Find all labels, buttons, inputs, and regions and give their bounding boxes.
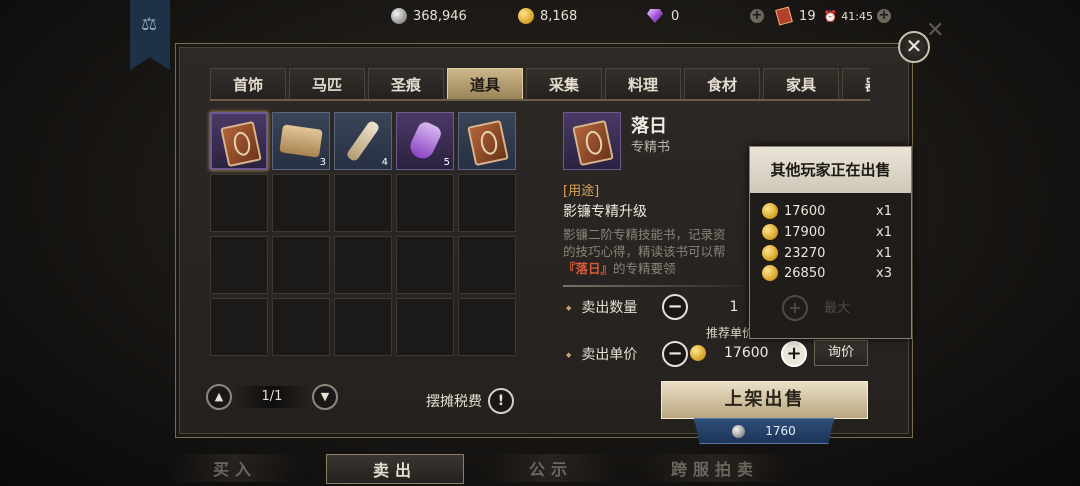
tax-info-button[interactable]: ! [488, 388, 514, 414]
listing-row: 17900 x1 [762, 222, 904, 242]
empty-slot[interactable] [334, 174, 392, 232]
tab-jewelry[interactable]: 首饰 [210, 68, 286, 100]
gold-coin-icon [762, 203, 778, 219]
qty-minus-button[interactable]: − [662, 294, 688, 320]
listing-row: 26850 x3 [762, 263, 904, 283]
empty-slot[interactable] [458, 298, 516, 356]
silver-counter: 368,946 [391, 6, 509, 26]
skill-book-icon [220, 120, 262, 168]
item-name: 落日 [631, 116, 667, 137]
empty-slot[interactable] [272, 298, 330, 356]
close-icon: ✕ [905, 34, 923, 58]
stall-tax: 摆摊税费 ! [426, 388, 514, 414]
nav-notice[interactable]: 公示 [486, 454, 616, 482]
tab-underline [210, 99, 870, 101]
empty-slot[interactable] [210, 174, 268, 232]
tab-equipment[interactable]: 器械 [842, 68, 870, 100]
gold-coin-icon [762, 224, 778, 240]
item-type: 专精书 [631, 140, 671, 155]
max-button[interactable]: 最大 [824, 297, 850, 316]
bottle-icon [345, 119, 381, 163]
inventory-slot[interactable]: 4 [334, 112, 392, 170]
qty-plus-button[interactable]: + [782, 295, 808, 321]
skill-book-blue-icon [467, 119, 509, 167]
inventory-grid: 3 4 5 [210, 112, 516, 356]
scales-icon: ⚖ [141, 14, 158, 35]
close-button[interactable]: ✕ [898, 31, 930, 63]
recommend-price-label: 推荐单价 [706, 326, 755, 340]
potion-icon [406, 119, 444, 163]
ticket-icon [775, 6, 793, 26]
popup-title: 其他玩家正在出售 [750, 147, 911, 193]
empty-slot[interactable] [334, 236, 392, 294]
nav-sell[interactable]: 卖出 [326, 454, 464, 484]
listing-fee: 1760 [694, 418, 834, 444]
empty-slot[interactable] [210, 236, 268, 294]
divider [563, 285, 753, 287]
tab-gathering[interactable]: 采集 [526, 68, 602, 100]
gold-coin-icon [762, 245, 778, 261]
clock-icon: ⏰ [823, 9, 838, 23]
tab-furniture[interactable]: 家具 [763, 68, 839, 100]
price-field[interactable]: 17600 [690, 342, 776, 364]
listing-row: 23270 x1 [762, 243, 904, 263]
price-plus-button[interactable]: + [781, 341, 807, 367]
gem-counter: 0 [647, 6, 765, 26]
usage-text: 影镰专精升级 [563, 204, 647, 220]
empty-slot[interactable] [210, 298, 268, 356]
price-label: 卖出单价 [566, 344, 637, 364]
nav-buy[interactable]: 买入 [170, 454, 300, 482]
tab-stigmata[interactable]: 圣痕 [368, 68, 444, 100]
tab-horse[interactable]: 马匹 [289, 68, 365, 100]
empty-slot[interactable] [272, 174, 330, 232]
inquire-button[interactable]: 询价 [814, 340, 868, 366]
skill-book-icon [572, 119, 614, 167]
ticket-counter: 19 ⏰ 41:45 [775, 6, 873, 26]
silver-coin-icon [732, 424, 746, 438]
inventory-slot[interactable] [458, 112, 516, 170]
listing-row: 17600 x1 [762, 201, 904, 221]
empty-slot[interactable] [334, 298, 392, 356]
qty-label: 卖出数量 [566, 297, 637, 317]
inventory-slot[interactable]: 5 [396, 112, 454, 170]
empty-slot[interactable] [396, 298, 454, 356]
detail-item-icon [563, 112, 621, 170]
page-down-button[interactable]: ▼ [312, 384, 338, 410]
category-tabs: 首饰 马匹 圣痕 道具 采集 料理 食材 家具 器械 [210, 68, 870, 100]
empty-slot[interactable] [458, 174, 516, 232]
price-minus-button[interactable]: − [662, 341, 688, 367]
add-tickets-button[interactable]: + [877, 9, 891, 23]
empty-slot[interactable] [272, 236, 330, 294]
guild-banner[interactable]: ⚖ [130, 0, 170, 70]
empty-slot[interactable] [458, 236, 516, 294]
gold-coin-icon [518, 8, 534, 24]
item-description: 影镰二阶专精技能书，记录资 的技巧心得，精读该书可以帮 『落日』的专精要领 [563, 227, 726, 276]
diamond-icon [647, 9, 663, 23]
empty-slot[interactable] [396, 236, 454, 294]
market-listings-popup: 其他玩家正在出售 17600 x1 17900 x1 23270 x1 2685… [749, 146, 912, 339]
close-icon-bg: ✕ [926, 18, 945, 43]
usage-tag: [用途] [563, 184, 600, 199]
nav-cross-server-auction[interactable]: 跨服拍卖 [640, 454, 790, 482]
tab-items[interactable]: 道具 [447, 68, 523, 100]
inventory-slot[interactable] [210, 112, 268, 170]
tab-cooking[interactable]: 料理 [605, 68, 681, 100]
page-up-button[interactable]: ▲ [206, 384, 232, 410]
list-for-sale-button[interactable]: 上架出售 [661, 381, 868, 419]
tab-ingredients[interactable]: 食材 [684, 68, 760, 100]
add-gems-button[interactable]: + [750, 9, 764, 23]
inventory-slot[interactable]: 3 [272, 112, 330, 170]
page-indicator: 1/1 [234, 386, 310, 408]
silver-coin-icon [391, 8, 407, 24]
gold-coin-icon [690, 345, 706, 361]
gold-counter: 8,168 [518, 6, 638, 26]
scroll-map-icon [279, 124, 323, 158]
gold-coin-icon [762, 265, 778, 281]
pager: ▲ 1/1 ▼ [206, 384, 338, 410]
empty-slot[interactable] [396, 174, 454, 232]
